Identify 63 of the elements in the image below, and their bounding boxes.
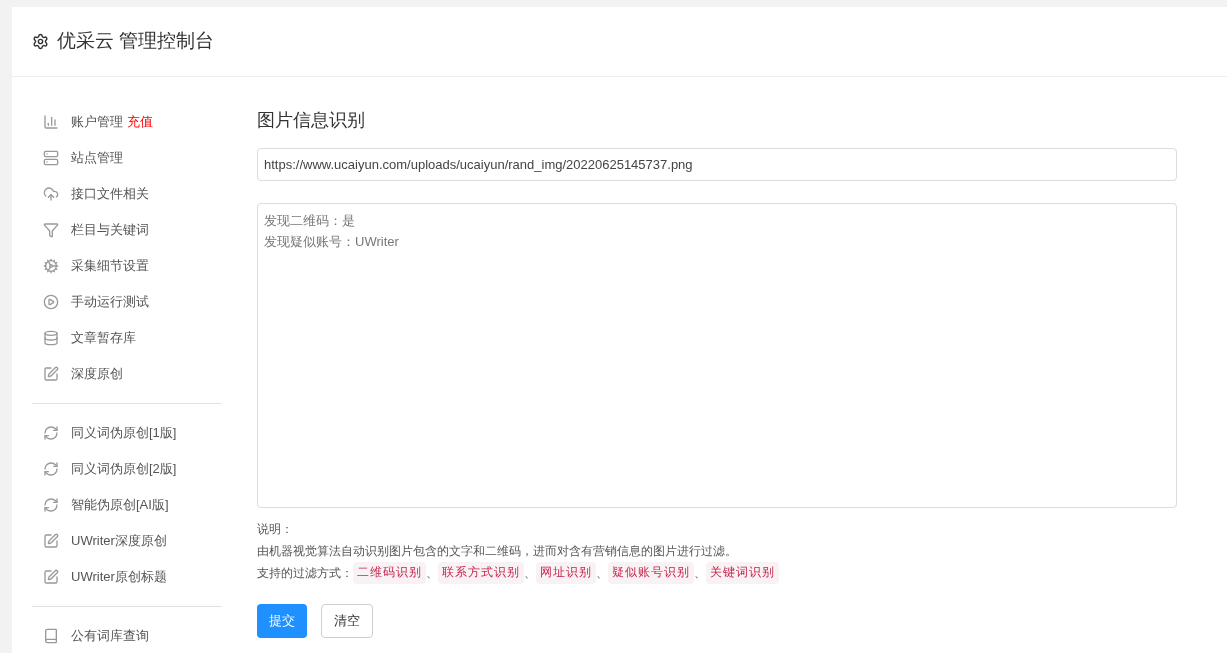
sidebar-item[interactable]: 手动运行测试 (32, 284, 222, 320)
filter-method-tag: 疑似账号识别 (608, 562, 694, 584)
separator: 、 (694, 565, 706, 582)
filter-methods-label: 支持的过滤方式： (257, 565, 353, 582)
refresh-icon (43, 461, 59, 477)
result-line: 发现疑似账号：UWriter (264, 233, 400, 251)
sidebar-item[interactable]: UWriter深度原创 (32, 523, 222, 559)
sidebar-item[interactable]: 站点管理 (32, 140, 222, 176)
cloud-upload-icon (43, 186, 59, 202)
edit-icon (43, 569, 59, 585)
sidebar-item[interactable]: UWriter原创标题 (32, 559, 222, 595)
sidebar-label: 同义词伪原创[1版] (71, 424, 177, 443)
edit-icon (43, 366, 59, 382)
separator: 、 (596, 565, 608, 582)
bar-chart-icon (43, 114, 59, 130)
recharge-link[interactable]: 充值 (127, 112, 153, 132)
refresh-icon (43, 497, 59, 513)
sidebar-label: UWriter原创标题 (71, 568, 167, 587)
sidebar-item[interactable]: 深度原创 (32, 356, 222, 392)
edit-icon (43, 533, 59, 549)
sidebar-item[interactable]: 文章暂存库 (32, 320, 222, 356)
sidebar-label: 站点管理 (71, 149, 123, 168)
sidebar-label: 公有词库查询 (71, 627, 149, 646)
url-input-field[interactable]: https://www.ucaiyun.com/uploads/ucaiyun/rand_img/20220625145737.png (257, 148, 1177, 181)
server-icon (43, 150, 59, 166)
gears-icon (43, 258, 59, 274)
notes-description: 由机器视觉算法自动识别图片包含的文字和二维码，进而对含有营销信息的图片进行过滤。 (257, 543, 738, 560)
sidebar-label: 同义词伪原创[2版] (71, 460, 177, 479)
clear-button[interactable]: 清空 (321, 604, 373, 638)
result-line: 发现二维码：是 (264, 212, 356, 230)
database-icon (43, 330, 59, 346)
sidebar-label: 深度原创 (71, 365, 123, 384)
settings-icon (32, 33, 49, 50)
separator: 、 (426, 565, 438, 582)
sidebar-label: 采集细节设置 (71, 257, 149, 276)
sidebar-label: 智能伪原创[AI版] (71, 496, 169, 515)
sidebar-label: 栏目与关键词 (71, 221, 149, 240)
sidebar-item[interactable]: 账户管理 充值 (32, 104, 222, 140)
filter-method-tag: 网址识别 (536, 562, 596, 584)
play-icon (43, 294, 59, 310)
filter-method-tag: 二维码识别 (353, 562, 426, 584)
console-title: 优采云 管理控制台 (57, 29, 215, 54)
sidebar-item[interactable]: 同义词伪原创[1版] (32, 415, 222, 451)
section-title: 图片信息识别 (257, 109, 366, 132)
notes-heading: 说明： (257, 521, 294, 538)
sidebar-label: 文章暂存库 (71, 329, 136, 348)
filter-method-tag: 关键词识别 (706, 562, 779, 584)
book-icon (43, 628, 59, 644)
sidebar-item[interactable]: 智能伪原创[AI版] (32, 487, 222, 523)
filter-icon (43, 222, 59, 238)
sidebar-label: 账户管理 (71, 113, 123, 132)
sidebar-item[interactable]: 同义词伪原创[2版] (32, 451, 222, 487)
filter-method-tag: 联系方式识别 (438, 562, 524, 584)
sidebar-item[interactable]: 采集细节设置 (32, 248, 222, 284)
sidebar-label: 手动运行测试 (71, 293, 149, 312)
sidebar-item[interactable]: 接口文件相关 (32, 176, 222, 212)
separator: 、 (524, 565, 536, 582)
sidebar-label: UWriter深度原创 (71, 532, 167, 551)
sidebar-item[interactable]: 公有词库查询 (32, 618, 222, 653)
sidebar-item[interactable]: 栏目与关键词 (32, 212, 222, 248)
sidebar-label: 接口文件相关 (71, 185, 149, 204)
result-text-area[interactable]: 发现二维码：是 发现疑似账号：UWriter (257, 203, 1177, 508)
refresh-icon (43, 425, 59, 441)
